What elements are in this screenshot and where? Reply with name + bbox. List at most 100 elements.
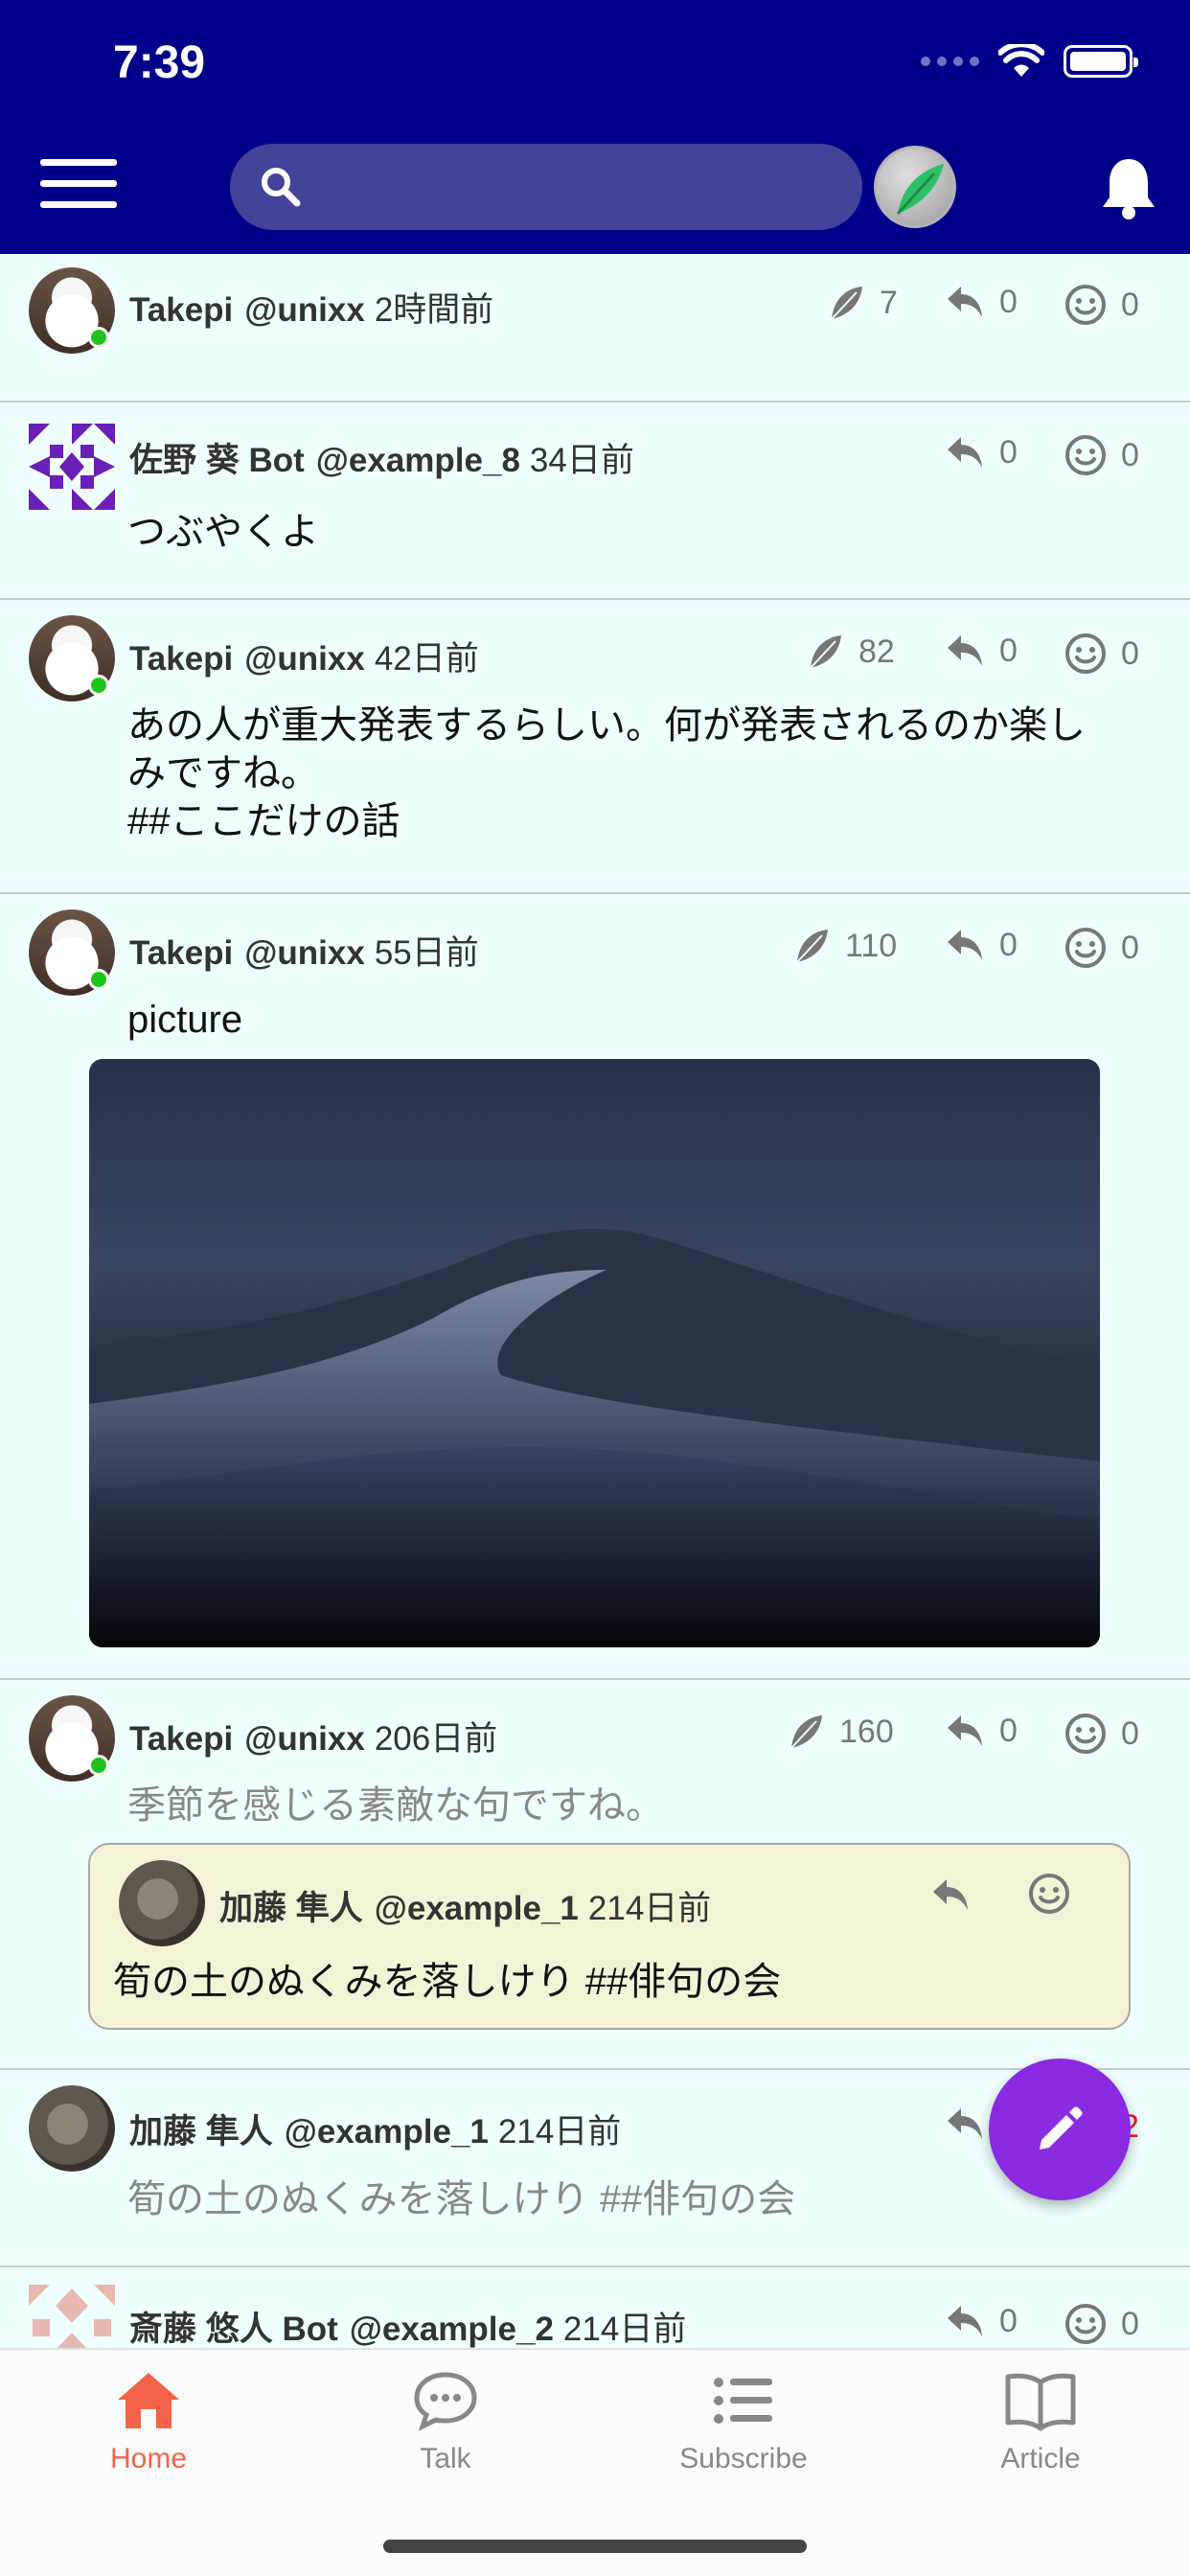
post-text-line: みですね。 xyxy=(127,752,319,794)
post-header: Takepi @unixx 55日前 xyxy=(129,926,479,975)
post-author-handle[interactable]: @example_1 xyxy=(285,2113,489,2150)
online-indicator xyxy=(88,675,109,696)
menu-button[interactable] xyxy=(40,159,117,217)
quote-time: 214日前 xyxy=(587,1890,712,1927)
post-item[interactable]: 佐野 葵 Bot @example_8 34日前 0 0 つぶやくよ xyxy=(0,402,1190,600)
avatar[interactable] xyxy=(29,2285,115,2348)
smiley-icon[interactable] xyxy=(1027,1872,1071,1916)
reply-icon xyxy=(948,437,982,468)
tab-home[interactable]: Home xyxy=(53,2369,244,2475)
online-indicator xyxy=(88,1755,109,1776)
reply-button[interactable] xyxy=(944,2104,986,2143)
post-author-handle[interactable]: @unixx xyxy=(244,934,365,972)
tab-subscribe[interactable]: Subscribe xyxy=(648,2369,839,2475)
post-text-line: あの人が重大発表するらしい。何が発表されるのか楽し xyxy=(127,704,1086,747)
reply-icon[interactable] xyxy=(929,1875,972,1914)
reaction-button[interactable]: 0 xyxy=(1064,926,1139,970)
search-bar[interactable] xyxy=(230,144,862,230)
reply-button[interactable]: 0 xyxy=(944,2302,1018,2340)
post-item[interactable]: Takepi @unixx 2時間前 7 0 0 xyxy=(0,254,1190,402)
reply-button[interactable]: 0 xyxy=(944,632,1018,670)
smiley-icon xyxy=(1065,633,1106,674)
reply-icon xyxy=(948,1715,982,1746)
timeline-feed[interactable]: Takepi @unixx 2時間前 7 0 0 佐野 葵 Bot @examp… xyxy=(0,254,1190,2348)
post-author-name[interactable]: Takepi xyxy=(129,934,233,972)
post-author-name[interactable]: Takepi xyxy=(129,640,233,678)
reply-button[interactable]: 0 xyxy=(944,283,1018,321)
tab-talk[interactable]: Talk xyxy=(350,2369,541,2475)
post-author-name[interactable]: 斎藤 悠人 Bot xyxy=(129,2311,338,2348)
post-header: Takepi @unixx 206日前 xyxy=(129,1712,497,1760)
leaf-count: 160 xyxy=(839,1713,894,1750)
home-icon xyxy=(118,2373,179,2428)
user-avatar[interactable] xyxy=(874,146,956,228)
reaction-button[interactable]: 0 xyxy=(1064,2302,1139,2346)
leaf-stat[interactable]: 82 xyxy=(805,632,895,672)
post-header: Takepi @unixx 42日前 xyxy=(129,632,479,680)
reply-button[interactable]: 0 xyxy=(944,1712,1018,1750)
search-icon xyxy=(262,168,301,207)
online-indicator xyxy=(88,327,109,348)
avatar[interactable] xyxy=(29,424,115,510)
home-indicator[interactable] xyxy=(383,2540,807,2553)
post-author-name[interactable]: 加藤 隼人 xyxy=(129,2113,273,2150)
avatar[interactable] xyxy=(119,1860,205,1946)
post-item[interactable]: Takepi @unixx 55日前 110 0 0 picture xyxy=(0,894,1190,1680)
post-item[interactable]: Takepi @unixx 206日前 160 0 0 季節を感じる素敵な句ですね。… xyxy=(0,1680,1190,2070)
tab-label: Home xyxy=(109,2443,188,2474)
list-icon xyxy=(714,2378,772,2424)
reply-count: 0 xyxy=(999,926,1018,963)
reaction-button[interactable]: 0 xyxy=(1064,433,1139,477)
open-book-icon xyxy=(1005,2373,1076,2431)
post-image[interactable] xyxy=(89,1059,1100,1647)
post-header: 佐野 葵 Bot @example_8 34日前 xyxy=(129,433,634,482)
post-author-name[interactable]: Takepi xyxy=(129,1720,233,1758)
reply-count: 0 xyxy=(999,632,1018,669)
avatar[interactable] xyxy=(29,2085,115,2172)
reaction-button[interactable]: 0 xyxy=(1064,1712,1139,1756)
leaf-count: 110 xyxy=(845,927,898,964)
post-author-name[interactable]: 佐野 葵 Bot xyxy=(129,442,305,479)
cellular-signal-icon xyxy=(921,57,979,66)
leaf-count: 82 xyxy=(858,632,895,670)
post-author-handle[interactable]: @unixx xyxy=(244,640,365,678)
reaction-button[interactable]: 0 xyxy=(1064,632,1139,676)
notification-bell-icon[interactable] xyxy=(1100,155,1157,222)
post-time: 206日前 xyxy=(374,1720,498,1758)
quote-author-handle[interactable]: @example_1 xyxy=(375,1890,579,1927)
post-item[interactable]: Takepi @unixx 42日前 82 0 0 あの人が重大発表するらしい。何が… xyxy=(0,600,1190,894)
desert-dune-image xyxy=(89,1229,1100,1647)
post-item[interactable]: 斎藤 悠人 Bot @example_2 214日前 0 0 xyxy=(0,2267,1190,2348)
leaf-stat[interactable]: 160 xyxy=(786,1712,894,1752)
leaf-stat[interactable]: 7 xyxy=(826,283,898,323)
post-author-name[interactable]: Takepi xyxy=(129,291,233,329)
post-author-handle[interactable]: @unixx xyxy=(244,291,365,329)
reply-button[interactable]: 0 xyxy=(944,433,1018,472)
tab-label: Subscribe xyxy=(679,2443,808,2474)
post-author-handle[interactable]: @example_8 xyxy=(316,442,520,479)
leaf-icon xyxy=(896,164,944,216)
post-time: 214日前 xyxy=(562,2311,687,2348)
reply-count: 0 xyxy=(999,283,1018,320)
post-author-handle[interactable]: @unixx xyxy=(244,1720,365,1758)
pencil-icon xyxy=(1040,2106,1083,2150)
wifi-icon xyxy=(998,44,1044,77)
reply-count: 0 xyxy=(999,2302,1018,2339)
reply-button[interactable]: 0 xyxy=(944,926,1018,964)
reaction-button[interactable]: 0 xyxy=(1064,283,1139,327)
status-time: 7:39 xyxy=(113,37,206,88)
hashtag[interactable]: ##ここだけの話 xyxy=(127,797,1162,845)
reaction-count: 0 xyxy=(1121,634,1139,672)
reply-count: 0 xyxy=(999,1712,1018,1749)
reaction-count: 0 xyxy=(1121,2305,1139,2342)
tab-article[interactable]: Article xyxy=(945,2369,1136,2475)
quote-author-name[interactable]: 加藤 隼人 xyxy=(219,1890,363,1927)
reaction-count: 0 xyxy=(1121,436,1139,473)
leaf-stat[interactable]: 110 xyxy=(791,926,897,966)
post-author-handle[interactable]: @example_2 xyxy=(350,2311,554,2348)
quoted-post[interactable]: 加藤 隼人 @example_1 214日前 筍の土のぬくみを落しけり ##俳句の会 xyxy=(88,1843,1131,2030)
search-input[interactable] xyxy=(316,158,834,216)
post-time: 42日前 xyxy=(374,640,479,678)
compose-button[interactable] xyxy=(989,2058,1131,2200)
app-header: 7:39 xyxy=(0,0,1190,254)
